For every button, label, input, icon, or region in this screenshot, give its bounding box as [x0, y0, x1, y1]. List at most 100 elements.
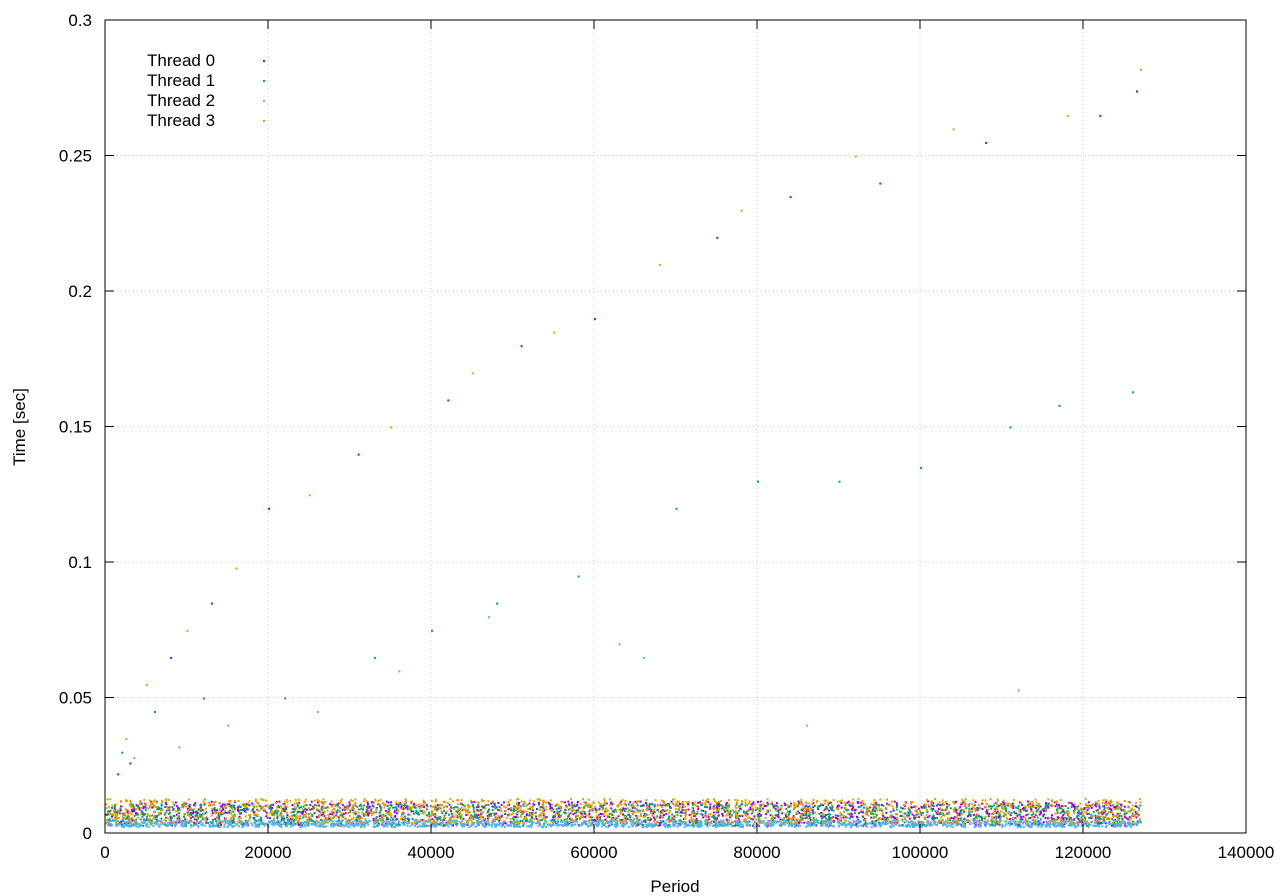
band-point — [139, 818, 142, 821]
band-point — [410, 810, 413, 813]
band-point — [151, 814, 154, 817]
band-point — [519, 805, 522, 808]
band-point — [498, 819, 501, 822]
band-point — [322, 798, 325, 801]
outlier-point — [129, 762, 132, 765]
outlier-point — [920, 467, 922, 470]
band-point — [972, 799, 975, 802]
band-point — [1065, 811, 1068, 813]
band-point — [794, 826, 797, 828]
band-point — [917, 820, 919, 823]
band-point — [684, 821, 687, 824]
band-point — [559, 820, 562, 823]
band-point — [1101, 821, 1104, 824]
band-point — [1015, 823, 1018, 826]
band-point — [731, 825, 734, 828]
band-point — [495, 825, 498, 828]
band-point — [395, 801, 398, 804]
band-point — [638, 809, 641, 812]
band-point — [577, 811, 580, 813]
band-point — [1050, 816, 1053, 819]
band-point — [503, 801, 505, 804]
band-point — [631, 802, 634, 805]
band-point — [387, 801, 390, 804]
band-point — [157, 820, 160, 823]
band-point — [1092, 810, 1095, 813]
band-point — [547, 801, 550, 804]
band-point — [364, 824, 367, 827]
scatter-chart: 0 20000 40000 60000 80000 100000 120000 1400000… — [10, 11, 1274, 896]
band-point — [138, 825, 141, 828]
band-point — [601, 813, 604, 816]
band-point — [319, 822, 322, 825]
band-point — [931, 809, 934, 812]
band-point — [855, 815, 858, 818]
band-point — [122, 825, 125, 828]
band-point — [434, 807, 437, 810]
band-point — [219, 805, 222, 808]
band-point — [679, 815, 682, 817]
band-point — [877, 805, 880, 808]
band-point — [572, 808, 575, 811]
band-point — [808, 814, 811, 817]
band-point — [296, 805, 299, 807]
band-point — [494, 819, 497, 822]
band-point — [174, 801, 177, 804]
band-point — [211, 825, 214, 828]
band-point — [1017, 813, 1020, 816]
band-point — [238, 825, 240, 828]
outlier-point — [594, 318, 596, 321]
band-point — [396, 818, 399, 820]
band-point — [349, 824, 352, 827]
band-point — [820, 802, 823, 805]
band-point — [923, 825, 926, 828]
band-point — [167, 812, 170, 815]
band-point — [928, 823, 931, 826]
band-point — [840, 824, 843, 827]
band-point — [829, 813, 832, 816]
band-point — [1094, 814, 1097, 817]
band-point — [232, 804, 235, 807]
band-point — [285, 811, 288, 814]
band-point — [1077, 823, 1080, 826]
band-point — [832, 799, 835, 801]
band-point — [295, 823, 298, 825]
band-point — [762, 803, 765, 806]
band-point — [119, 809, 122, 812]
band-point — [908, 809, 911, 812]
band-point — [336, 809, 339, 812]
band-point — [1074, 826, 1077, 828]
band-point — [948, 821, 951, 824]
band-point — [435, 798, 438, 801]
band-point — [110, 823, 113, 826]
band-point — [1070, 806, 1073, 809]
band-point — [522, 821, 525, 823]
band-point — [874, 805, 877, 808]
band-point — [700, 813, 703, 816]
band-point — [1087, 801, 1090, 804]
band-point — [195, 818, 198, 821]
band-point — [1136, 821, 1139, 824]
band-point — [136, 805, 139, 808]
band-point — [165, 812, 168, 815]
band-point — [669, 806, 671, 809]
band-point — [768, 819, 771, 822]
band-point — [329, 813, 332, 816]
band-point — [1037, 806, 1040, 809]
band-point — [204, 824, 206, 827]
band-point — [862, 806, 865, 809]
band-point — [1134, 805, 1137, 808]
band-point — [1011, 823, 1013, 825]
band-point — [556, 817, 559, 820]
band-point — [928, 814, 931, 817]
outlier-point — [133, 757, 136, 760]
band-point — [1088, 812, 1090, 815]
band-point — [481, 816, 484, 819]
band-point — [714, 804, 717, 807]
outlier-point — [642, 656, 645, 659]
band-point — [983, 821, 986, 824]
band-point — [472, 804, 475, 807]
band-point — [736, 819, 739, 822]
band-point — [831, 820, 834, 823]
band-point — [208, 801, 211, 804]
